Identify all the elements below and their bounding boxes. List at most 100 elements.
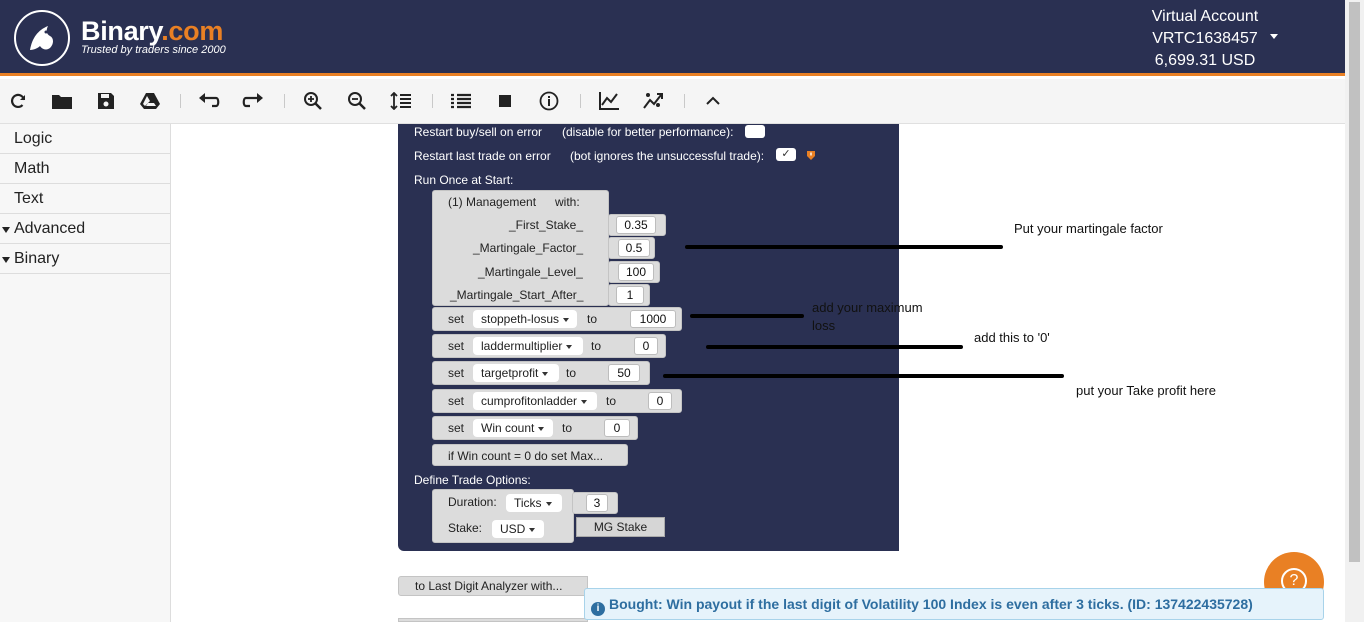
target-profit-input[interactable]: 50	[608, 364, 640, 382]
notification-toast[interactable]: i Bought: Win payout if the last digit of…	[584, 588, 1324, 620]
dropdown-caret-icon	[538, 426, 545, 431]
param-label: _Martingale_Factor_	[473, 241, 584, 255]
scrollbar-thumb[interactable]	[1349, 2, 1360, 562]
define-trade-label: Define Trade Options:	[414, 473, 531, 487]
sort-icon[interactable]	[389, 89, 413, 113]
sidebar-item-label: Logic	[14, 130, 53, 147]
variable-dropdown[interactable]: stoppeth-losus	[473, 310, 577, 328]
app-root: Binary.com Trusted by traders since 2000…	[0, 0, 1364, 622]
toolbar-separator	[580, 94, 581, 108]
set-label: set	[448, 312, 465, 326]
annotation-take-profit: put your Take profit here	[1076, 383, 1216, 398]
variable-dropdown[interactable]: laddermultiplier	[473, 337, 583, 355]
restart-last-checkbox[interactable]: ✓	[776, 148, 796, 161]
management-title: (1) Management	[448, 195, 537, 209]
undo-icon[interactable]	[197, 89, 221, 113]
chart-icon[interactable]	[597, 89, 621, 113]
set-label: set	[448, 421, 465, 435]
set-label: set	[448, 339, 465, 353]
sidebar-item-advanced[interactable]: Advanced	[0, 214, 170, 244]
reload-icon[interactable]	[6, 89, 30, 113]
toast-message: Bought: Win payout if the last digit of …	[609, 596, 1253, 612]
mg-stake-block[interactable]: MG Stake	[576, 517, 665, 537]
dropdown-caret-icon	[542, 371, 549, 376]
restart-error-note: (disable for better performance):	[562, 125, 734, 139]
restart-last-label: Restart last trade on error	[414, 149, 551, 163]
info-icon[interactable]	[537, 89, 561, 113]
variable-dropdown[interactable]: Win count	[473, 419, 553, 437]
last-digit-analyzer-block[interactable]: to Last Digit Analyzer with...	[398, 576, 588, 596]
toolbar-separator	[284, 94, 285, 108]
variable-dropdown[interactable]: targetprofit	[473, 364, 559, 382]
martingale-start-input[interactable]: 1	[616, 286, 644, 304]
toolbar-separator	[684, 94, 685, 108]
duration-unit-dropdown[interactable]: Ticks	[506, 494, 562, 512]
annotation-max-loss-2: loss	[812, 318, 836, 333]
duration-input[interactable]: 3	[586, 494, 608, 512]
martingale-factor-input[interactable]: 0.5	[618, 239, 650, 257]
sidebar-item-binary[interactable]: Binary	[0, 244, 170, 274]
annotation-ladder: add this to '0'	[974, 330, 1050, 345]
to-label: to	[587, 312, 598, 326]
zoom-out-icon[interactable]	[345, 89, 369, 113]
summary-icon[interactable]	[449, 89, 473, 113]
annotation-martingale: Put your martingale factor	[1014, 221, 1163, 236]
brand-name: Binary.com	[81, 16, 223, 47]
ladder-multiplier-input[interactable]: 0	[634, 337, 658, 355]
to-label: to	[606, 394, 617, 408]
duration-unit: Ticks	[514, 496, 542, 510]
info-circle-icon: i	[591, 602, 605, 616]
page-scrollbar[interactable]	[1345, 0, 1364, 622]
variable-dropdown[interactable]: cumprofitonladder	[473, 392, 597, 410]
next-block-edge[interactable]	[398, 618, 588, 622]
annotation-line	[663, 374, 1064, 378]
collapse-icon[interactable]	[701, 89, 725, 113]
variable-name: stoppeth-losus	[481, 312, 560, 326]
run-once-label: Run Once at Start:	[414, 173, 514, 187]
sidebar-item-math[interactable]: Math	[0, 154, 170, 184]
management-with: with:	[555, 195, 580, 209]
redo-icon[interactable]	[241, 89, 265, 113]
restart-error-checkbox[interactable]	[745, 125, 765, 138]
dropdown-caret-icon	[581, 399, 588, 404]
restart-last-note: (bot ignores the unsuccessful trade):	[570, 149, 765, 163]
account-dropdown[interactable]: Virtual Account VRTC1638457 6,699.31 USD	[1140, 6, 1270, 72]
sidebar-item-text[interactable]: Text	[0, 184, 170, 214]
google-drive-icon[interactable]	[138, 89, 162, 113]
first-stake-input[interactable]: 0.35	[616, 216, 656, 234]
stop-icon[interactable]	[493, 89, 517, 113]
expand-triangle-icon	[2, 257, 10, 263]
set-label: set	[448, 394, 465, 408]
stake-label: Stake:	[448, 521, 483, 535]
to-label: to	[562, 421, 573, 435]
cum-profit-input[interactable]: 0	[648, 392, 672, 410]
tagline: Trusted by traders since 2000	[81, 44, 226, 56]
sidebar-item-label: Math	[14, 160, 50, 177]
brand-name-text: Binary	[81, 16, 162, 46]
restart-error-label: Restart buy/sell on error	[414, 125, 543, 139]
save-icon[interactable]	[94, 89, 118, 113]
account-id: VRTC1638457	[1152, 30, 1258, 47]
if-block-label: if Win count = 0 do set Max...	[448, 449, 604, 463]
stake-currency-dropdown[interactable]: USD	[492, 520, 544, 538]
header: Binary.com Trusted by traders since 2000…	[0, 0, 1345, 76]
dropdown-caret-icon	[529, 527, 536, 532]
logo-icon[interactable]	[14, 10, 70, 66]
sidebar-item-label: Text	[14, 190, 44, 207]
block-category-sidebar: Logic Math Text Advanced Binary	[0, 124, 171, 622]
dropdown-caret-icon	[563, 317, 570, 322]
sidebar-item-logic[interactable]: Logic	[0, 124, 170, 154]
win-count-input[interactable]: 0	[604, 419, 630, 437]
dropdown-caret-icon	[566, 344, 573, 349]
toolbar	[0, 79, 1345, 124]
stop-loss-input[interactable]: 1000	[630, 310, 676, 328]
zoom-in-icon[interactable]	[301, 89, 325, 113]
martingale-level-input[interactable]: 100	[618, 263, 654, 281]
to-label: to	[566, 366, 577, 380]
to-label: to	[591, 339, 602, 353]
account-caret-icon[interactable]	[1270, 34, 1278, 39]
variable-name: Win count	[481, 421, 535, 435]
variable-name: cumprofitonladder	[481, 394, 578, 408]
open-folder-icon[interactable]	[50, 89, 74, 113]
trading-view-icon[interactable]	[641, 89, 665, 113]
